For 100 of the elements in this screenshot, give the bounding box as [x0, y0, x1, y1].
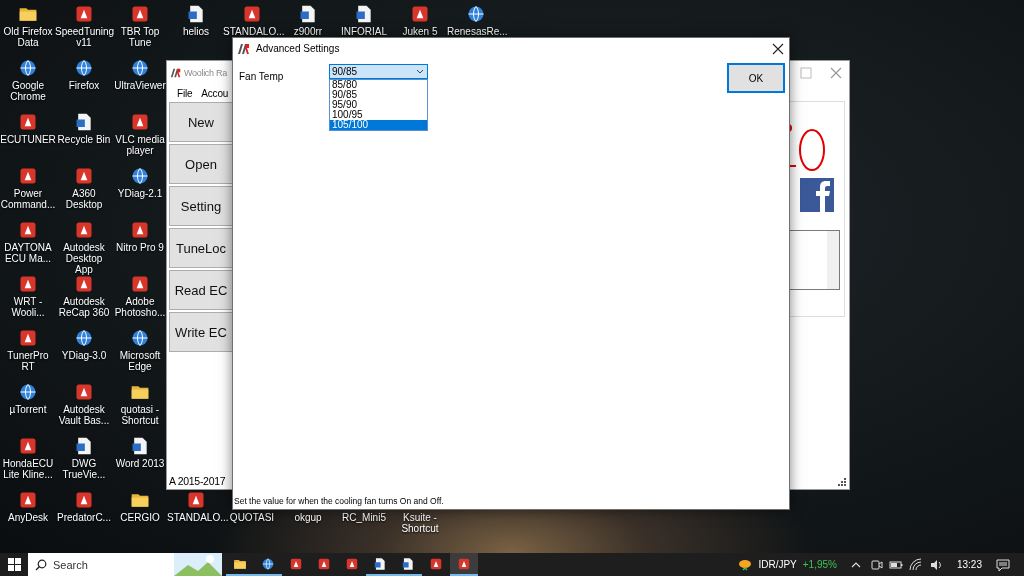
dropdown-option[interactable]: 85/80	[330, 80, 427, 90]
icon-label[interactable]: Google Chrome	[0, 80, 56, 102]
globe-icon[interactable]	[74, 328, 94, 348]
app-icon[interactable]	[74, 220, 94, 240]
icon-label[interactable]: A360 Desktop	[56, 188, 112, 210]
fan-temp-dropdown[interactable]: 90/85	[329, 64, 428, 79]
action-button[interactable]: TuneLoc	[169, 228, 233, 268]
document-icon[interactable]	[298, 4, 318, 24]
action-button[interactable]: Write EC	[169, 312, 233, 352]
app-icon[interactable]	[18, 166, 38, 186]
menu-item[interactable]: Accou	[201, 87, 229, 99]
app-icon[interactable]	[457, 556, 471, 571]
icon-label[interactable]: z900rr	[293, 26, 323, 37]
document-icon[interactable]	[354, 4, 374, 24]
globe-icon[interactable]	[18, 58, 38, 78]
app-icon[interactable]	[74, 274, 94, 294]
app-icon[interactable]	[18, 436, 38, 456]
icon-label[interactable]: ECUTUNER	[0, 134, 56, 145]
icon-label[interactable]: Firefox	[68, 80, 100, 91]
icon-label[interactable]: CERGIO	[120, 512, 160, 523]
wifi-icon[interactable]	[908, 557, 923, 572]
app-icon[interactable]	[429, 556, 443, 571]
document-icon[interactable]	[130, 436, 150, 456]
action-button[interactable]: Open	[169, 144, 233, 184]
icon-label[interactable]: WRT - Wooli...	[0, 296, 56, 318]
icon-label[interactable]: µTorrent	[9, 404, 47, 415]
app-icon[interactable]	[74, 382, 94, 402]
menu-item[interactable]: File	[177, 87, 193, 99]
icon-label[interactable]: AnyDesk	[8, 512, 48, 523]
document-icon[interactable]	[74, 112, 94, 132]
icon-label[interactable]: INFORIAL	[340, 26, 388, 37]
app-icon[interactable]	[130, 4, 150, 24]
document-icon[interactable]	[74, 436, 94, 456]
app-icon[interactable]	[289, 556, 303, 571]
app-icon[interactable]	[74, 166, 94, 186]
scrollbar[interactable]	[827, 231, 839, 289]
close-icon[interactable]	[772, 42, 784, 55]
icon-label[interactable]: VLC media player	[112, 134, 168, 156]
app-icon[interactable]	[130, 112, 150, 132]
ticker-change[interactable]: +1,95%	[802, 559, 837, 570]
app-icon[interactable]	[18, 490, 38, 510]
app-icon[interactable]	[74, 4, 94, 24]
icon-label[interactable]: okgup	[294, 512, 322, 523]
icon-label[interactable]: PredatorC...	[57, 512, 111, 523]
icon-label[interactable]: TunerPro RT	[0, 350, 56, 372]
dropdown-option[interactable]: 90/85	[330, 90, 427, 100]
app-icon[interactable]	[410, 4, 430, 24]
app-icon[interactable]	[130, 274, 150, 294]
globe-icon[interactable]	[130, 166, 150, 186]
globe-icon[interactable]	[130, 328, 150, 348]
app-icon[interactable]	[18, 220, 38, 240]
icon-label[interactable]: quotasi - Shortcut	[112, 404, 168, 426]
dropdown-option[interactable]: 95/90	[330, 100, 427, 110]
icon-label[interactable]: Microsoft Edge	[112, 350, 168, 372]
icon-label[interactable]: DWG TrueVie...	[56, 458, 112, 480]
icon-label[interactable]: Power Command...	[0, 188, 56, 210]
icon-label[interactable]: QUOTASI	[229, 512, 275, 523]
cloud-icon[interactable]	[738, 557, 753, 572]
icon-label[interactable]: SpeedTuning v11	[55, 26, 113, 48]
ok-button[interactable]: OK	[727, 63, 785, 93]
app-icon[interactable]	[18, 112, 38, 132]
dropdown-option[interactable]: 105/100	[330, 120, 427, 130]
icon-label[interactable]: Autodesk ReCap 360	[56, 296, 112, 318]
icon-label[interactable]: YDiag-3.0	[61, 350, 107, 361]
clock[interactable]: 13:23	[956, 559, 982, 570]
icon-label[interactable]: Recycle Bin	[57, 134, 111, 145]
globe-icon[interactable]	[261, 556, 275, 571]
action-button[interactable]: Read EC	[169, 270, 233, 310]
app-icon[interactable]	[242, 4, 262, 24]
icon-label[interactable]: RenesasRe...	[447, 26, 505, 37]
app-icon[interactable]	[18, 274, 38, 294]
app-icon[interactable]	[18, 328, 38, 348]
globe-icon[interactable]	[466, 4, 486, 24]
document-icon[interactable]	[373, 556, 387, 571]
icon-label[interactable]: Autodesk Vault Bas...	[56, 404, 112, 426]
icon-label[interactable]: Nitro Pro 9	[116, 242, 164, 253]
app-icon[interactable]	[74, 490, 94, 510]
icon-label[interactable]: Autodesk Desktop App	[56, 242, 112, 275]
icon-label[interactable]: Juken 5	[402, 26, 438, 37]
action-button[interactable]: New	[169, 102, 233, 142]
icon-label[interactable]: YDiag-2.1	[117, 188, 163, 199]
app-icon[interactable]	[345, 556, 359, 571]
ticker-symbol[interactable]: IDR/JPY	[758, 559, 797, 570]
resize-grip-icon[interactable]	[837, 477, 847, 487]
document-icon[interactable]	[401, 556, 415, 571]
globe-icon[interactable]	[130, 58, 150, 78]
icon-label[interactable]: Word 2013	[115, 458, 165, 469]
camera-icon[interactable]	[868, 557, 883, 572]
icon-label[interactable]: Old Firefox Data	[0, 26, 56, 48]
action-button[interactable]: Setting	[169, 186, 233, 226]
icon-label[interactable]: UltraViewer	[114, 80, 166, 91]
app-icon[interactable]	[186, 490, 206, 510]
dropdown-option[interactable]: 100/95	[330, 110, 427, 120]
notification-icon[interactable]	[996, 557, 1010, 572]
app-icon[interactable]	[130, 220, 150, 240]
icon-label[interactable]: DAYTONA ECU Ma...	[0, 242, 56, 264]
icon-label[interactable]: Ksuite - Shortcut	[392, 512, 448, 534]
globe-icon[interactable]	[18, 382, 38, 402]
document-icon[interactable]	[186, 4, 206, 24]
icon-label[interactable]: RC_Mini5	[342, 512, 386, 523]
